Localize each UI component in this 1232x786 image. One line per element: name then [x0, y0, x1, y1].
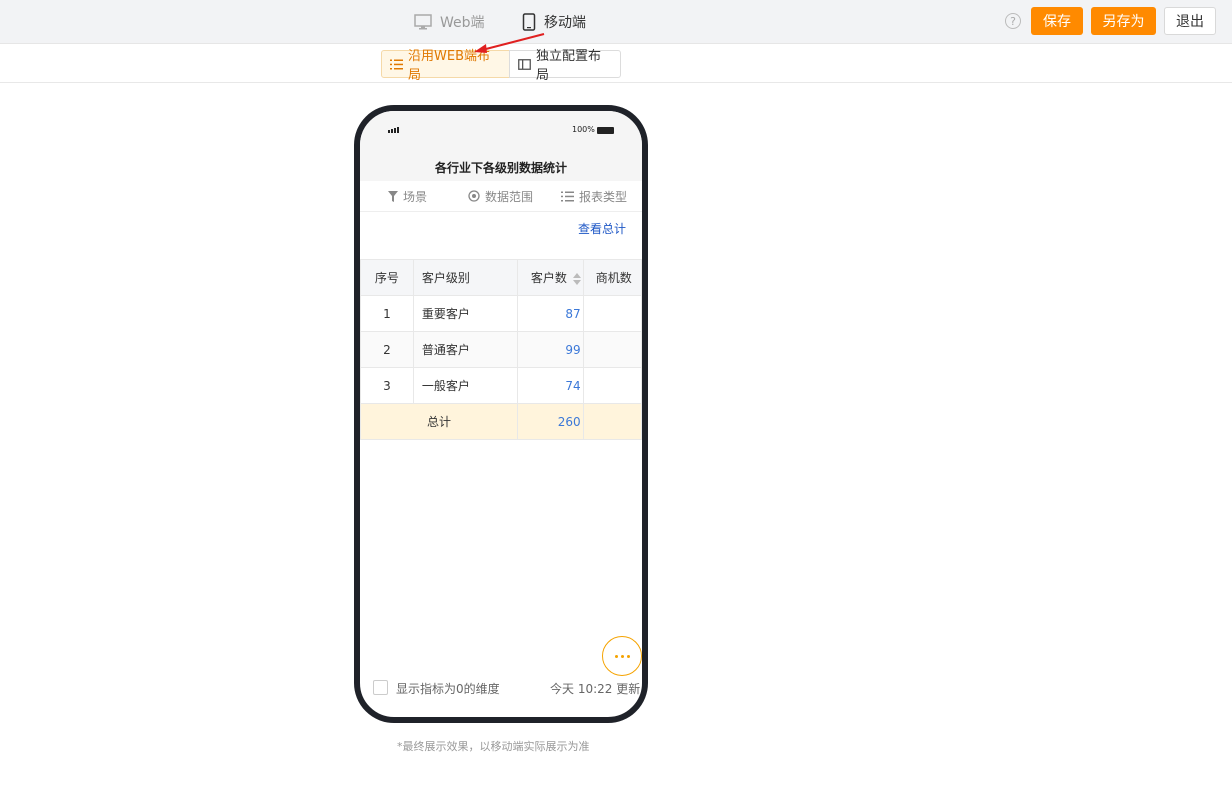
show-zero-checkbox[interactable] — [373, 680, 388, 695]
table-header-row: 序号 客户级别 客户数 商机数 — [360, 259, 642, 296]
cell-count[interactable]: 87 — [517, 295, 584, 332]
update-time: 今天 10:22 更新 — [550, 682, 641, 696]
top-bar: Web端 移动端 ? 保存 另存为 退出 — [0, 0, 1232, 44]
annotation-arrow — [474, 33, 545, 53]
filter-icon — [388, 190, 398, 202]
report-table: 序号 客户级别 客户数 商机数 1 重要客户 87 2 普通客户 99 3 一般… — [360, 259, 642, 440]
cell-index: 1 — [360, 295, 414, 332]
status-bar: 100% — [360, 111, 642, 151]
more-actions-button[interactable] — [602, 636, 642, 676]
cell-count[interactable]: 74 — [517, 367, 584, 404]
col-header-index: 序号 — [360, 259, 414, 296]
phone-preview: 100% 各行业下各级别数据统计 场景 数据范围 报表类型 查看总计 序号 客户… — [354, 105, 648, 723]
monitor-icon — [414, 14, 432, 30]
total-label: 总计 — [360, 403, 519, 440]
battery-icon — [597, 127, 614, 134]
cell-opportunity — [582, 295, 642, 332]
save-button[interactable]: 保存 — [1031, 7, 1083, 35]
table-row: 2 普通客户 99 — [360, 331, 642, 368]
exit-button[interactable]: 退出 — [1164, 7, 1216, 35]
table-row: 1 重要客户 87 — [360, 295, 642, 332]
tab-mobile-label: 移动端 — [544, 15, 586, 31]
report-title: 各行业下各级别数据统计 — [360, 151, 642, 181]
list-icon — [561, 191, 574, 202]
col-header-opportunity: 商机数 — [582, 259, 642, 296]
view-total-link[interactable]: 查看总计 — [578, 220, 626, 237]
filter-data-scope[interactable]: 数据范围 — [468, 188, 533, 205]
filter-report-type[interactable]: 报表类型 — [561, 188, 627, 205]
col-header-count[interactable]: 客户数 — [517, 259, 584, 296]
layout-icon — [518, 58, 531, 70]
cell-level: 普通客户 — [412, 331, 519, 368]
more-dot — [620, 654, 624, 658]
cell-level: 重要客户 — [412, 295, 519, 332]
more-dot — [614, 654, 618, 658]
total-opportunity — [582, 403, 642, 440]
list-icon — [390, 59, 403, 70]
show-zero-label: 显示指标为0的维度 — [396, 682, 500, 696]
battery-label: 100% — [572, 125, 595, 134]
filter-data-scope-label: 数据范围 — [485, 189, 534, 204]
col-header-level: 客户级别 — [412, 259, 519, 296]
preview-footnote: *最终展示效果，以移动端实际展示为准 — [397, 740, 590, 753]
cell-count[interactable]: 99 — [517, 331, 584, 368]
cell-index: 3 — [360, 367, 414, 404]
table-total-row: 总计 260 — [360, 403, 642, 440]
cell-opportunity — [582, 367, 642, 404]
save-as-button[interactable]: 另存为 — [1091, 7, 1156, 35]
cell-index: 2 — [360, 331, 414, 368]
filter-scene-label: 场景 — [403, 189, 428, 204]
filter-report-type-label: 报表类型 — [579, 189, 628, 204]
cell-level: 一般客户 — [412, 367, 519, 404]
total-count[interactable]: 260 — [517, 403, 584, 440]
more-dot — [626, 654, 630, 658]
table-row: 3 一般客户 74 — [360, 367, 642, 404]
filter-scene[interactable]: 场景 — [388, 188, 427, 205]
signal-icon — [388, 127, 399, 133]
help-icon[interactable]: ? — [1005, 13, 1021, 29]
col-header-count-label: 客户数 — [530, 271, 567, 285]
filter-bar: 场景 数据范围 报表类型 — [360, 181, 642, 212]
sort-icon — [572, 272, 581, 285]
scope-icon — [468, 190, 480, 202]
layout-bar: 沿用WEB端布局 独立配置布局 — [0, 45, 1232, 83]
cell-opportunity — [582, 331, 642, 368]
